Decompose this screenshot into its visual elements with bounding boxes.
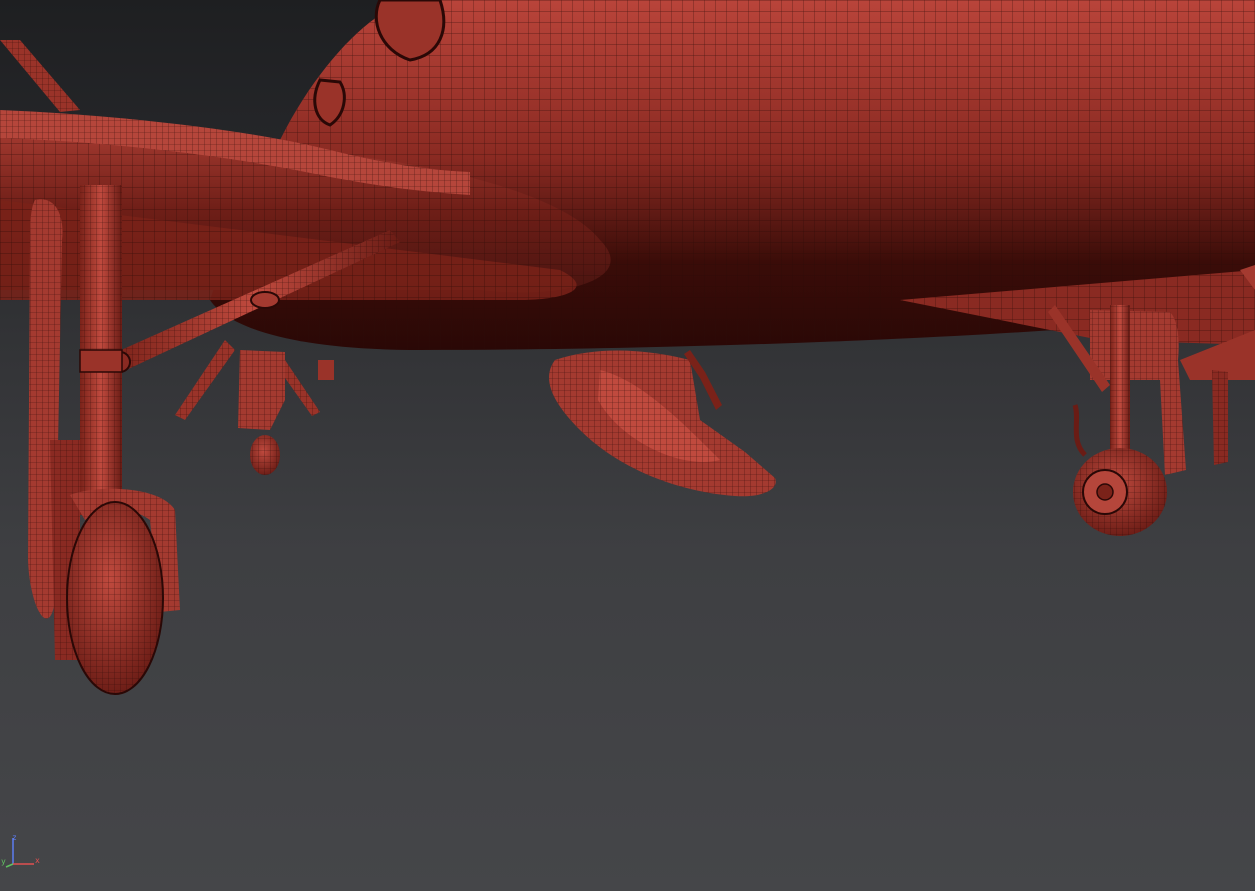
3d-viewport[interactable]: z x y <box>0 0 1255 891</box>
axis-z-label: z <box>12 833 17 842</box>
axis-tripod-icon <box>5 838 34 868</box>
aircraft-wireframe-render <box>0 0 1255 695</box>
view-axis-gizmo: z x y <box>0 826 48 874</box>
axis-x-label: x <box>35 856 40 865</box>
axis-y-label: y <box>1 857 6 866</box>
